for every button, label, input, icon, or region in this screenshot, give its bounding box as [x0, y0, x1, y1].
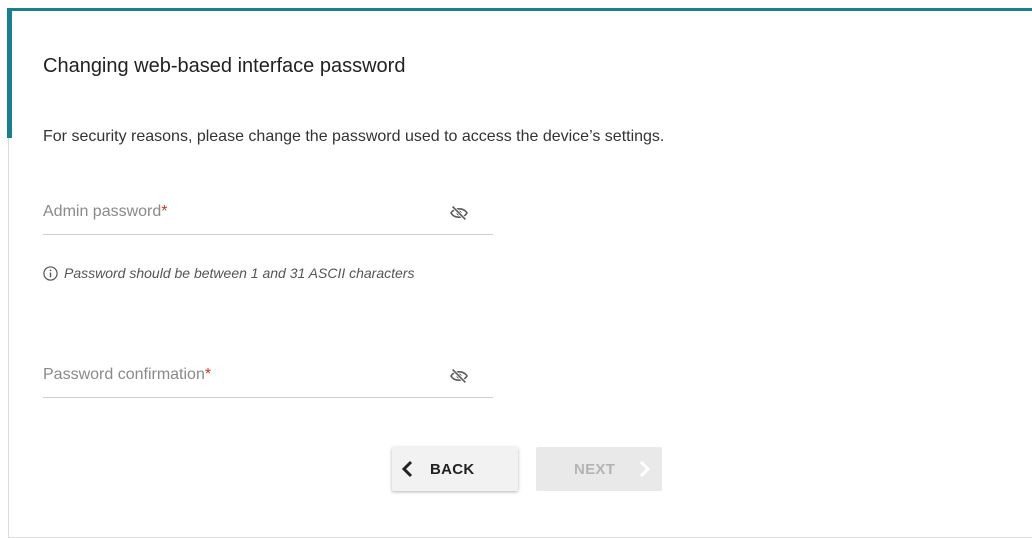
admin-password-label: Admin password* [43, 203, 168, 220]
back-button-label: BACK [430, 460, 475, 478]
page-description: For security reasons, please change the … [43, 128, 665, 145]
chevron-right-icon [640, 460, 651, 478]
next-button-label: NEXT [574, 460, 616, 478]
eye-off-icon[interactable] [449, 205, 469, 221]
info-circle-icon [43, 265, 58, 281]
chevron-left-icon [401, 460, 413, 478]
back-button[interactable]: BACK [392, 447, 518, 491]
password-confirmation-label: Password confirmation* [43, 366, 212, 383]
required-mark: * [204, 366, 212, 383]
hint-text: Password should be between 1 and 31 ASCI… [64, 265, 415, 281]
panel-accent-bar [7, 8, 12, 138]
password-confirmation-field[interactable]: Password confirmation* [43, 362, 493, 398]
password-hint: Password should be between 1 and 31 ASCI… [43, 265, 414, 281]
eye-off-icon[interactable] [449, 368, 469, 384]
required-mark: * [161, 203, 168, 220]
page-frame: Changing web-based interface password Fo… [0, 0, 1032, 538]
admin-password-field[interactable]: Admin password* [43, 199, 493, 235]
page-title: Changing web-based interface password [43, 55, 406, 77]
next-button[interactable]: NEXT [536, 447, 662, 491]
